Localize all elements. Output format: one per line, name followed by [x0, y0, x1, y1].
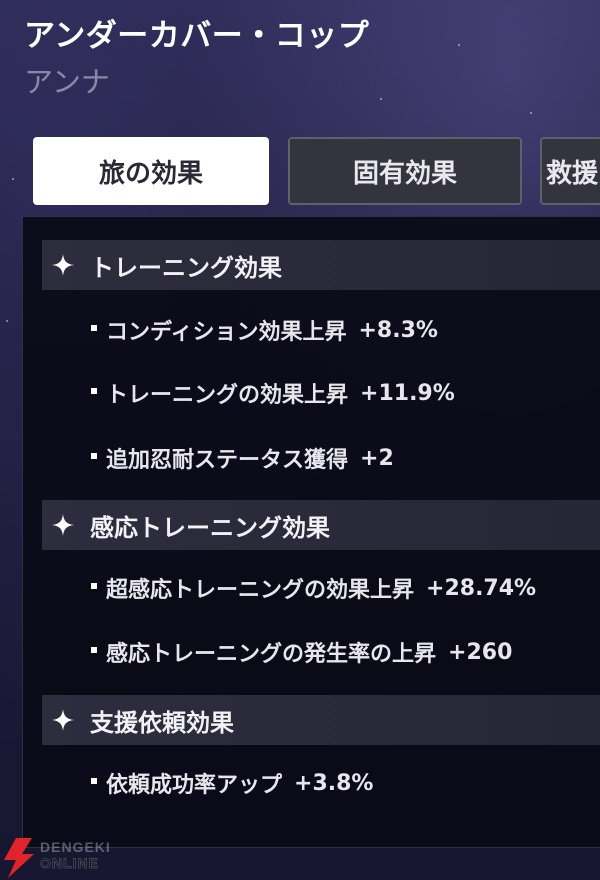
section-header-resonance-training: 感応トレーニング効果	[42, 500, 600, 550]
effect-value: +28.74%	[426, 575, 537, 601]
watermark-text-line1: DENGEKI	[40, 839, 111, 855]
dengeki-online-watermark: DENGEKI ONLINE	[2, 836, 132, 880]
effect-item: 追加忍耐ステータス獲得 +2	[91, 438, 394, 478]
effect-label: トレーニングの効果上昇	[106, 383, 349, 408]
effect-item: 感応トレーニングの発生率の上昇 +260	[91, 632, 512, 672]
lightning-bolt-icon	[4, 838, 34, 878]
effect-value: +2	[360, 445, 394, 471]
section-header-training: トレーニング効果	[42, 240, 600, 290]
effects-panel: トレーニング効果 コンディション効果上昇 +8.3% トレーニングの効果上昇 +…	[22, 216, 600, 848]
sparkle-icon	[52, 254, 74, 276]
effect-label: 超感応トレーニングの効果上昇	[106, 578, 415, 603]
section-header-support-request: 支援依頼効果	[42, 695, 600, 745]
effect-item: トレーニングの効果上昇 +11.9%	[91, 373, 455, 413]
section-title: トレーニング効果	[90, 253, 282, 282]
effect-item: コンディション効果上昇 +8.3%	[91, 310, 438, 350]
bullet	[91, 325, 97, 331]
effect-item: 依頼成功率アップ +3.8%	[91, 763, 373, 803]
tab-journey-effects[interactable]: 旅の効果	[33, 137, 269, 205]
background-star	[12, 178, 14, 180]
tab-bar: 旅の効果 固有効果 救援	[33, 137, 600, 207]
bullet	[91, 778, 97, 784]
sparkle-icon	[52, 709, 74, 731]
bullet	[91, 453, 97, 459]
background-star	[6, 320, 8, 322]
effect-value: +8.3%	[358, 317, 438, 343]
bullet	[91, 388, 97, 394]
bullet	[91, 583, 97, 589]
background-star	[380, 98, 382, 100]
effect-label: 追加忍耐ステータス獲得	[106, 448, 349, 473]
effect-item: 超感応トレーニングの効果上昇 +28.74%	[91, 568, 536, 608]
background-star	[530, 112, 532, 114]
effect-label: 依頼成功率アップ	[106, 773, 283, 798]
sparkle-icon	[52, 514, 74, 536]
tab-unique-effects[interactable]: 固有効果	[288, 137, 522, 205]
bullet	[91, 647, 97, 653]
character-header: アンダーカバー・コップ アンナ	[24, 16, 369, 102]
effect-label: コンディション効果上昇	[106, 320, 347, 345]
effect-value: +3.8%	[294, 770, 374, 796]
background-star	[458, 44, 460, 46]
effect-label: 感応トレーニングの発生率の上昇	[106, 642, 437, 667]
tab-rescue[interactable]: 救援	[540, 137, 600, 205]
watermark-text-line2: ONLINE	[40, 855, 99, 871]
card-title: アンダーカバー・コップ	[24, 18, 370, 54]
section-title: 支援依頼効果	[90, 708, 234, 737]
effect-value: +260	[448, 639, 513, 665]
effect-value: +11.9%	[360, 380, 455, 406]
section-title: 感応トレーニング効果	[90, 513, 330, 542]
character-name: アンナ	[24, 65, 110, 99]
